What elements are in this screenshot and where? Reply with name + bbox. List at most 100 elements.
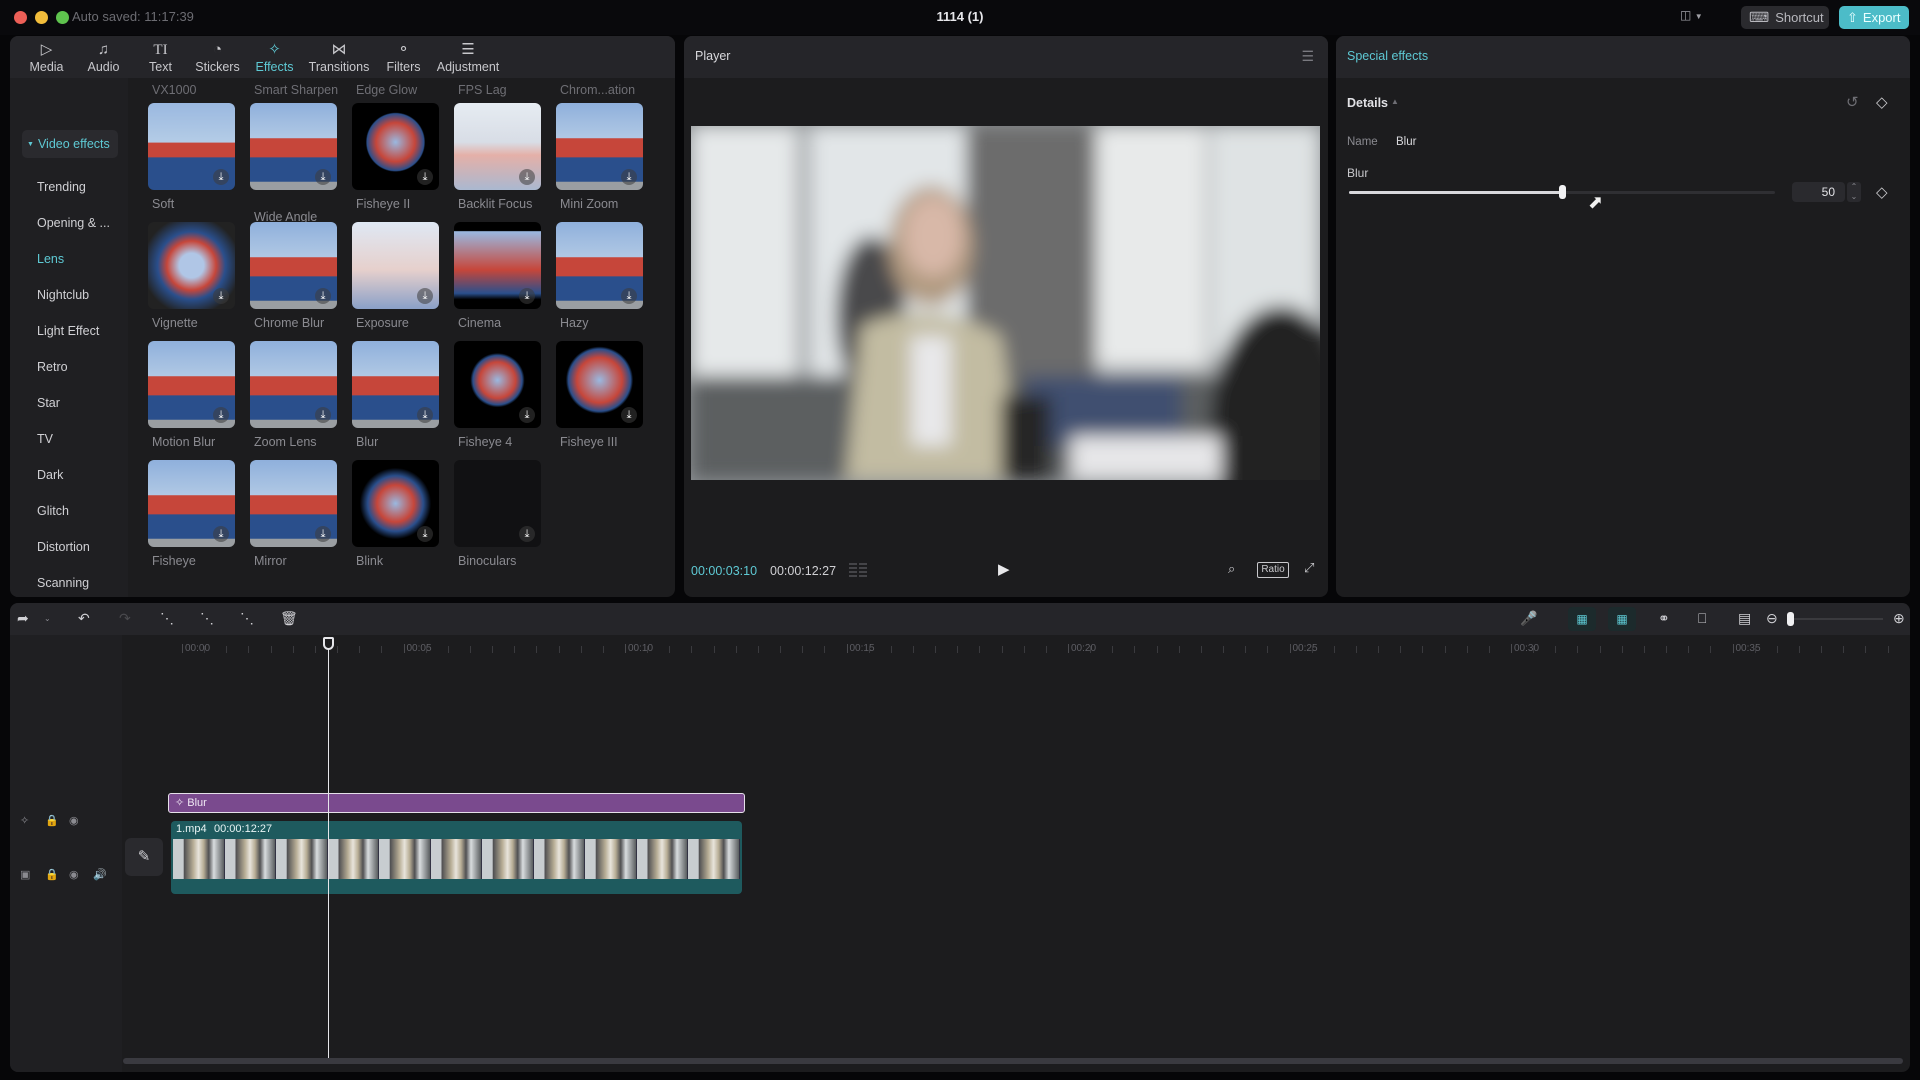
download-icon[interactable]: ⤓ <box>213 169 229 185</box>
reset-icon[interactable]: ↺ <box>1846 93 1859 111</box>
download-icon[interactable]: ⤓ <box>519 407 535 423</box>
select-tool-dropdown[interactable]: ⌄ <box>44 614 51 623</box>
category-item[interactable]: TV <box>37 432 53 446</box>
download-icon[interactable]: ⤓ <box>417 169 433 185</box>
select-tool-button[interactable]: ➦ <box>17 610 29 627</box>
stepper-down-icon[interactable]: ⌄ <box>1851 192 1858 201</box>
delete-button[interactable]: 🗑 <box>280 610 298 627</box>
caret-up-icon[interactable]: ▲ <box>1391 97 1399 106</box>
ratio-button[interactable]: Ratio <box>1257 562 1289 578</box>
tab-text[interactable]: TI Text <box>132 36 189 78</box>
download-icon[interactable]: ⤓ <box>621 407 637 423</box>
download-icon[interactable]: ⤓ <box>213 288 229 304</box>
stepper-up-icon[interactable]: ⌃ <box>1851 182 1858 191</box>
zoom-in-button[interactable]: ⊕ <box>1893 610 1905 627</box>
video-clip[interactable]: 1.mp4 00:00:12:27 <box>171 821 742 894</box>
effect-clip-blur[interactable]: ✧ Blur <box>168 793 745 813</box>
effect-card[interactable]: ⤓ <box>250 341 337 428</box>
hide-track-button[interactable]: ◉ <box>69 814 79 827</box>
category-item[interactable]: Lens <box>37 252 64 266</box>
export-button[interactable]: ⇧ Export <box>1839 6 1909 29</box>
split-preview-button[interactable]: ⎕ <box>1698 610 1706 627</box>
effect-card[interactable]: ⤓ <box>556 222 643 309</box>
effect-card[interactable]: ⤓ <box>148 103 235 190</box>
close-window-button[interactable] <box>14 11 27 24</box>
effect-card[interactable]: ⤓ <box>250 103 337 190</box>
redo-button[interactable]: ↷ <box>119 610 131 627</box>
play-button[interactable]: ▶ <box>998 560 1014 580</box>
download-icon[interactable]: ⤓ <box>315 407 331 423</box>
zoom-out-button[interactable]: ⊖ <box>1766 610 1778 627</box>
timeline-zoom-thumb[interactable] <box>1787 612 1794 626</box>
download-icon[interactable]: ⤓ <box>519 169 535 185</box>
blur-value-input[interactable]: 50 <box>1792 182 1845 202</box>
effect-card[interactable]: ⤓ <box>352 103 439 190</box>
category-item[interactable]: Trending <box>37 180 86 194</box>
download-icon[interactable]: ⤓ <box>621 288 637 304</box>
effect-card[interactable]: ⤓ <box>148 341 235 428</box>
tab-adjustment[interactable]: ☰ Adjustment <box>432 36 504 78</box>
tab-stickers[interactable]: ◔ Stickers <box>189 36 246 78</box>
undo-button[interactable]: ↶ <box>78 610 90 627</box>
delete-left-button[interactable]: ⋱ <box>200 610 214 627</box>
download-icon[interactable]: ⤓ <box>417 526 433 542</box>
menu-icon[interactable]: ☰ <box>1301 48 1314 65</box>
download-icon[interactable]: ⤓ <box>315 526 331 542</box>
category-item[interactable]: Nightclub <box>37 288 89 302</box>
tab-filters[interactable]: ⚬ Filters <box>375 36 432 78</box>
effect-card[interactable]: ⤓ <box>454 341 541 428</box>
fullscreen-button[interactable]: ⤢ <box>1304 560 1320 578</box>
keyframe-icon[interactable]: ◇ <box>1876 183 1888 201</box>
hide-track-button[interactable]: ◉ <box>69 868 79 881</box>
category-item[interactable]: Retro <box>37 360 68 374</box>
download-icon[interactable]: ⤓ <box>621 169 637 185</box>
effect-card[interactable]: ⤓ <box>454 222 541 309</box>
tab-effects[interactable]: ✧ Effects <box>246 36 303 78</box>
record-voice-button[interactable]: 🎤 <box>1520 610 1537 627</box>
timeline-zoom-slider[interactable] <box>1793 618 1883 620</box>
effect-card[interactable]: ⤓ <box>454 103 541 190</box>
download-icon[interactable]: ⤓ <box>213 407 229 423</box>
split-button[interactable]: ⋱ <box>160 610 174 627</box>
slider-thumb[interactable] <box>1559 185 1566 199</box>
tab-audio[interactable]: ♫ Audio <box>75 36 132 78</box>
mute-track-button[interactable]: 🔊 <box>93 868 107 881</box>
tab-media[interactable]: ▷ Media <box>18 36 75 78</box>
edit-cover-button[interactable]: ✎ <box>125 838 163 876</box>
effect-card[interactable]: ⤓ <box>352 341 439 428</box>
playhead[interactable] <box>328 641 329 1061</box>
category-item[interactable]: Distortion <box>37 540 90 554</box>
lock-track-button[interactable]: 🔒 <box>45 814 59 827</box>
maximize-window-button[interactable] <box>56 11 69 24</box>
effect-card[interactable]: ⤓ <box>148 460 235 547</box>
effect-card[interactable]: ⤓ <box>556 341 643 428</box>
keyframe-icon[interactable]: ◇ <box>1876 93 1888 111</box>
download-icon[interactable]: ⤓ <box>315 288 331 304</box>
effect-card[interactable]: ⤓ <box>352 222 439 309</box>
timeline-ruler[interactable]: 00:00 00:05 00:10 00:15 00:20 00:25 00:30 00:35 <box>122 635 1910 657</box>
auto-snap-button[interactable]: ▦ <box>1608 607 1636 631</box>
category-item[interactable]: Glitch <box>37 504 69 518</box>
details-toggle[interactable]: Details <box>1347 96 1388 110</box>
zoom-fit-button[interactable]: ⌕ <box>1228 561 1246 579</box>
tab-transitions[interactable]: ⋈ Transitions <box>303 36 375 78</box>
effect-card[interactable]: ⤓ <box>556 103 643 190</box>
effect-card[interactable]: ⤓ <box>148 222 235 309</box>
shortcut-button[interactable]: ⌨ Shortcut <box>1741 6 1829 29</box>
download-icon[interactable]: ⤓ <box>417 407 433 423</box>
playhead-handle[interactable] <box>323 637 334 650</box>
effect-card[interactable]: ⤓ <box>250 460 337 547</box>
delete-right-button[interactable]: ⋱ <box>240 610 254 627</box>
download-icon[interactable]: ⤓ <box>417 288 433 304</box>
lock-track-button[interactable]: 🔒 <box>45 868 59 881</box>
blur-slider[interactable] <box>1349 185 1775 199</box>
layout-button[interactable]: ◫ ▼ <box>1680 8 1716 28</box>
video-effects-section[interactable]: ▼ Video effects <box>22 130 118 158</box>
link-button[interactable]: ⚭ <box>1658 610 1670 627</box>
category-item[interactable]: Dark <box>37 468 63 482</box>
category-item[interactable]: Star <box>37 396 60 410</box>
minimize-window-button[interactable] <box>35 11 48 24</box>
category-item[interactable]: Opening & ... <box>37 216 110 230</box>
download-icon[interactable]: ⤓ <box>213 526 229 542</box>
category-item[interactable]: Light Effect <box>37 324 99 338</box>
